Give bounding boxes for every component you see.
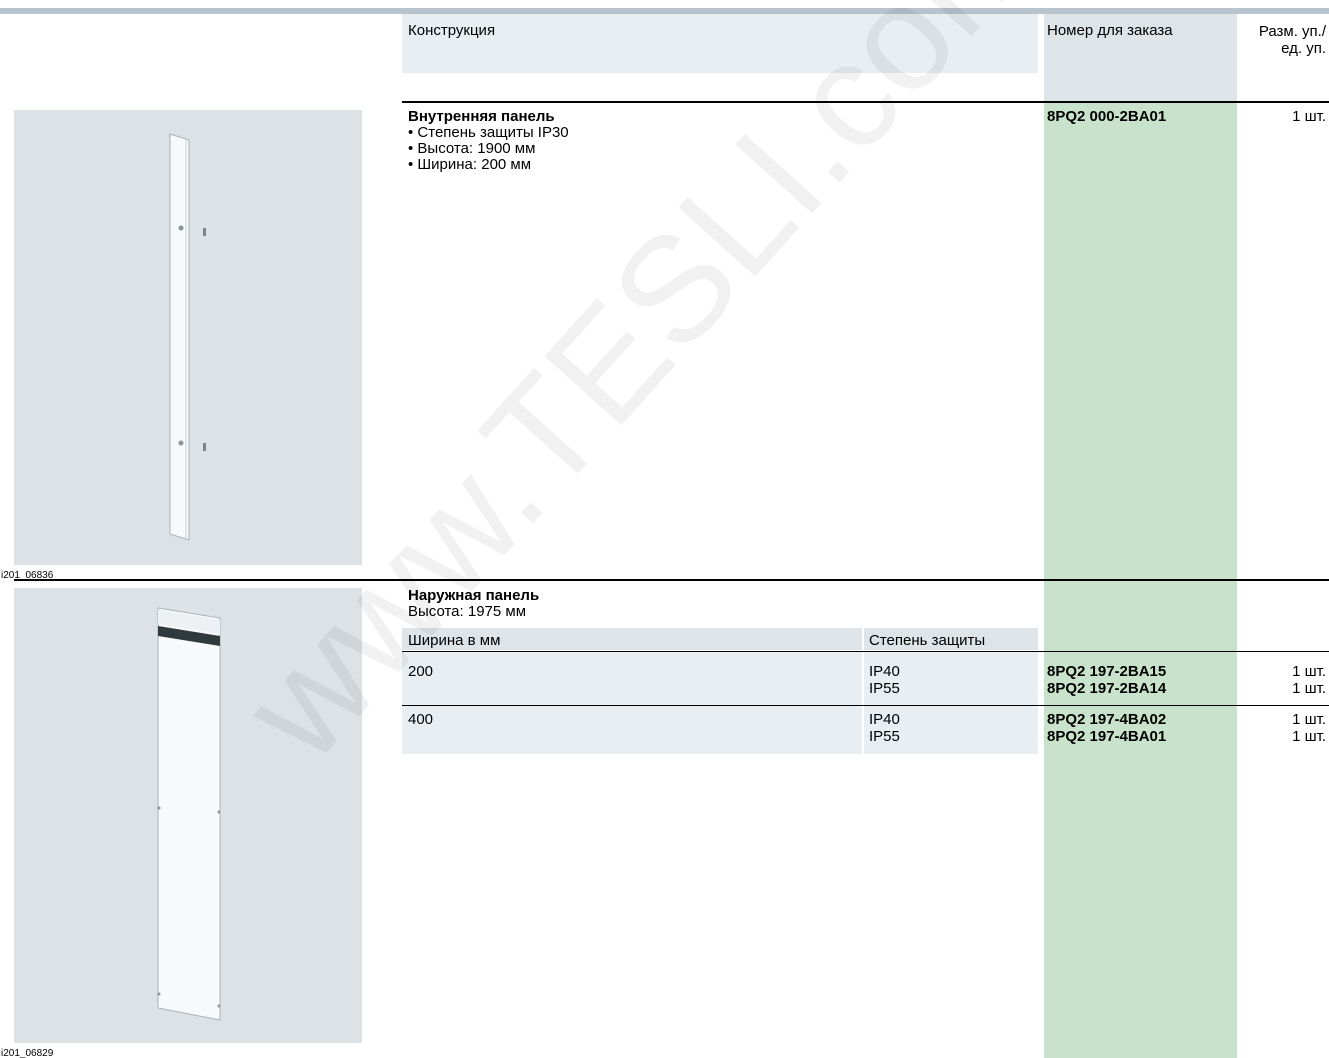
watermark: www.TESLI.com xyxy=(210,0,1072,791)
watermark-text: www.TESLI.com xyxy=(210,0,1072,791)
